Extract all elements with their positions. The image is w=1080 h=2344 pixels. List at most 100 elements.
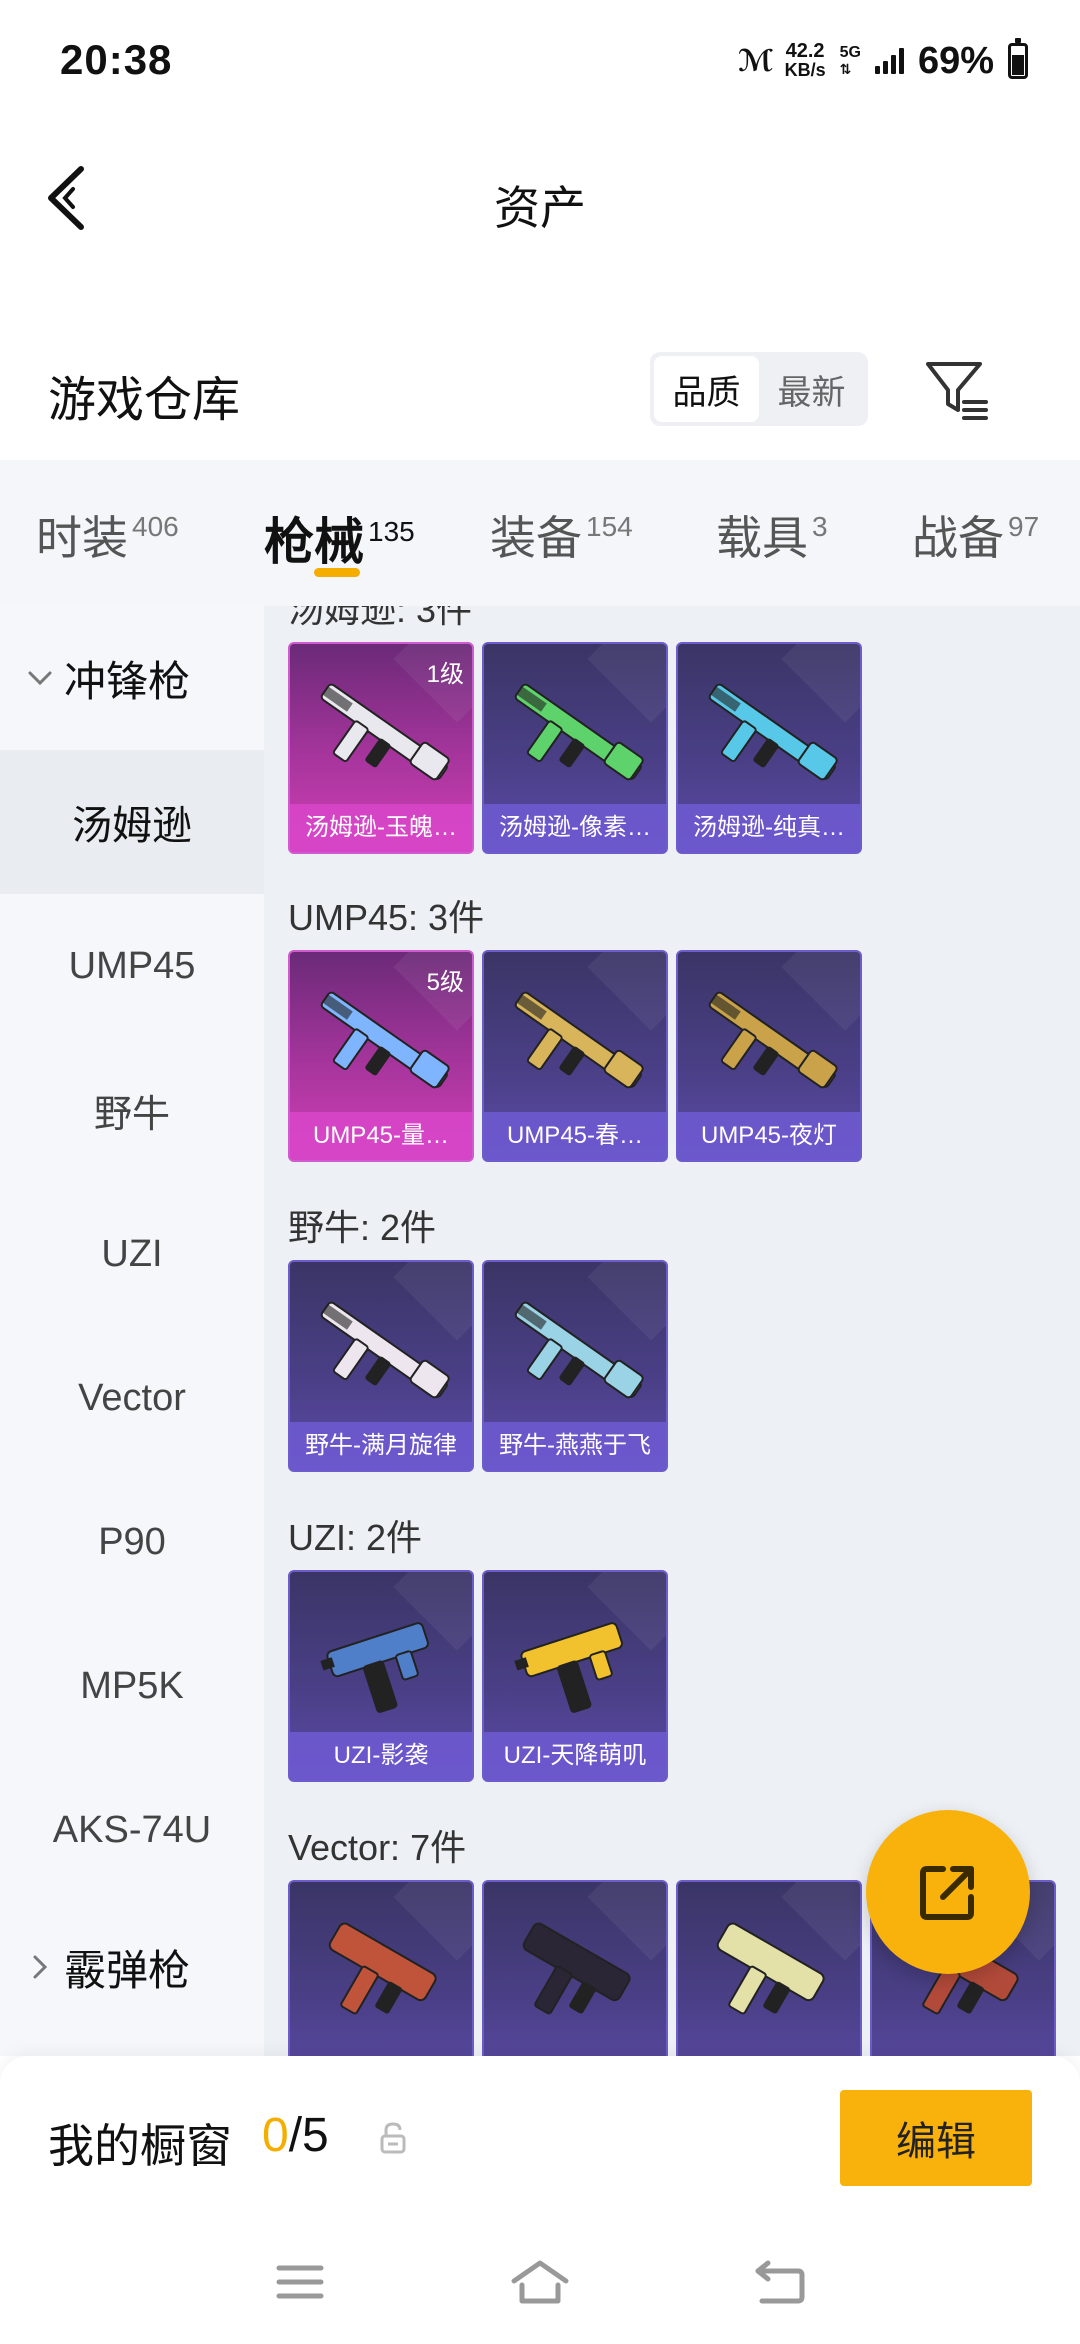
sort-option-quality[interactable]: 品质 bbox=[654, 356, 759, 422]
item-card[interactable]: 1级汤姆逊-玉魄… bbox=[288, 642, 474, 854]
status-bar: 20:38 ℳ 42.2 KB/s 5G ⇅ 69% bbox=[0, 0, 1080, 120]
tab-count: 97 bbox=[1008, 511, 1040, 542]
showcase-label: 我的橱窗 bbox=[48, 2120, 232, 2172]
item-name: UMP45-夜灯 bbox=[678, 1112, 860, 1160]
showcase-total: /5 bbox=[288, 2109, 329, 2162]
tab-equipment[interactable]: 装备 154 bbox=[490, 460, 716, 606]
section-ump45: UMP45: 3件 5级 UMP45-量… UMP45-春… UMP45-夜灯 bbox=[288, 890, 862, 1162]
sort-toggle: 品质 最新 bbox=[650, 352, 868, 426]
item-name: 汤姆逊-像素… bbox=[484, 804, 666, 852]
chevron-right-icon bbox=[22, 1949, 58, 1985]
sidebar-item-vector[interactable]: Vector bbox=[0, 1326, 264, 1470]
net-speed-value: 42.2 bbox=[785, 40, 825, 62]
sidebar-group-smg[interactable]: 冲锋枪 bbox=[0, 606, 264, 750]
sidebar-group-shotgun[interactable]: 霰弹枪 bbox=[0, 1902, 264, 2032]
item-level-badge: 1级 bbox=[426, 661, 464, 688]
smg-icon bbox=[496, 978, 656, 1108]
battery-percent: 69% bbox=[917, 39, 994, 82]
weapon-type-sidebar: 冲锋枪 汤姆逊 UMP45 野牛 UZI Vector P90 MP5K AKS… bbox=[0, 606, 264, 2056]
tab-firearms[interactable]: 枪械 135 bbox=[264, 460, 490, 606]
tommy-gun-icon bbox=[690, 670, 850, 800]
sidebar-item-aks74u[interactable]: AKS-74U bbox=[0, 1758, 264, 1902]
status-time: 20:38 bbox=[60, 36, 173, 83]
item-name: UZI-天降萌叽 bbox=[484, 1732, 666, 1780]
item-card[interactable]: UMP45-春… bbox=[482, 950, 668, 1162]
item-card[interactable] bbox=[482, 1880, 668, 2056]
item-card[interactable]: UMP45-夜灯 bbox=[676, 950, 862, 1162]
sidebar-item-thompson[interactable]: 汤姆逊 bbox=[0, 750, 264, 894]
item-level-badge: 5级 bbox=[426, 969, 464, 996]
vector-icon bbox=[690, 1908, 850, 2038]
item-name: 野牛-燕燕于飞 bbox=[484, 1422, 666, 1470]
share-icon bbox=[920, 1866, 974, 1920]
share-fab-button[interactable] bbox=[866, 1810, 1030, 1974]
tab-vehicles[interactable]: 载具 3 bbox=[716, 460, 912, 606]
app-header: 资产 bbox=[0, 120, 1080, 280]
filter-button[interactable] bbox=[920, 354, 992, 426]
sidebar-item-p90[interactable]: P90 bbox=[0, 1470, 264, 1614]
tab-label: 枪械 bbox=[264, 514, 364, 570]
warehouse-header: 游戏仓库 品质 最新 bbox=[0, 330, 1080, 450]
category-tabs: 时装 406 枪械 135 装备 154 载具 3 战备 97 bbox=[0, 460, 1080, 606]
sidebar-group-label: 冲锋枪 bbox=[64, 657, 191, 705]
page-title: 资产 bbox=[494, 182, 586, 234]
tab-count: 3 bbox=[812, 511, 828, 542]
item-name: 汤姆逊-纯真… bbox=[678, 804, 860, 852]
tommy-gun-icon bbox=[496, 670, 656, 800]
item-card[interactable] bbox=[676, 1880, 862, 2056]
showcase-current: 0 bbox=[262, 2109, 289, 2162]
return-icon bbox=[755, 2260, 805, 2304]
section-uzi: UZI: 2件 UZI-影袭 UZI-天降萌叽 bbox=[288, 1510, 668, 1782]
nav-menu-button[interactable] bbox=[260, 2252, 340, 2312]
menu-icon bbox=[276, 2265, 324, 2299]
system-nav-bar bbox=[0, 2216, 1080, 2344]
sidebar-item-mp5k[interactable]: MP5K bbox=[0, 1614, 264, 1758]
net-speed-unit: KB/s bbox=[784, 60, 826, 80]
item-card[interactable] bbox=[288, 1880, 474, 2056]
smg-icon bbox=[690, 978, 850, 1108]
item-card[interactable]: 野牛-燕燕于飞 bbox=[482, 1260, 668, 1472]
sidebar-item-uzi[interactable]: UZI bbox=[0, 1182, 264, 1326]
card-grid: UZI-影袭 UZI-天降萌叽 bbox=[288, 1570, 668, 1782]
tab-label: 时装 bbox=[36, 512, 128, 564]
item-card[interactable]: 野牛-满月旋律 bbox=[288, 1260, 474, 1472]
sort-option-newest[interactable]: 最新 bbox=[759, 356, 864, 422]
tab-count: 135 bbox=[368, 516, 415, 547]
item-name: UZI-影袭 bbox=[290, 1732, 472, 1780]
item-card[interactable]: 5级 UMP45-量… bbox=[288, 950, 474, 1162]
section-title: 野牛: 2件 bbox=[288, 1207, 437, 1248]
net-speed: 42.2 KB/s bbox=[784, 40, 826, 80]
edit-button[interactable]: 编辑 bbox=[840, 2090, 1032, 2186]
item-card[interactable]: 汤姆逊-纯真… bbox=[676, 642, 862, 854]
nav-home-button[interactable] bbox=[500, 2252, 580, 2312]
section-title: UZI: 2件 bbox=[288, 1517, 423, 1558]
sidebar-group-label: 霰弹枪 bbox=[64, 1946, 191, 1994]
tab-supplies[interactable]: 战备 97 bbox=[912, 460, 1062, 606]
network-type: 5G ⇅ bbox=[839, 44, 861, 78]
nav-back-button[interactable] bbox=[740, 2252, 820, 2312]
item-card[interactable]: 汤姆逊-像素… bbox=[482, 642, 668, 854]
chevron-down-icon bbox=[22, 660, 58, 696]
showcase-bar: 我的橱窗 0/5 编辑 bbox=[0, 2056, 1080, 2216]
smg-icon bbox=[302, 978, 462, 1108]
item-card[interactable]: UZI-天降萌叽 bbox=[482, 1570, 668, 1782]
item-name: UMP45-量… bbox=[290, 1112, 472, 1160]
card-grid: 5级 UMP45-量… UMP45-春… UMP45-夜灯 bbox=[288, 950, 862, 1162]
sidebar-item-ump45[interactable]: UMP45 bbox=[0, 894, 264, 1038]
section-title: UMP45: 3件 bbox=[288, 897, 485, 938]
section-title: 汤姆逊: 3件 bbox=[288, 606, 473, 630]
section-bizon: 野牛: 2件 野牛-满月旋律 野牛-燕燕于飞 bbox=[288, 1200, 668, 1472]
filter-icon bbox=[926, 362, 988, 420]
bizon-icon bbox=[302, 1288, 462, 1418]
battery-icon bbox=[1008, 38, 1028, 79]
tab-count: 154 bbox=[586, 511, 633, 542]
vector-icon bbox=[496, 1908, 656, 2038]
lock-icon bbox=[380, 2122, 406, 2154]
warehouse-title: 游戏仓库 bbox=[48, 374, 241, 427]
item-card[interactable]: UZI-影袭 bbox=[288, 1570, 474, 1782]
tab-fashion[interactable]: 时装 406 bbox=[36, 460, 266, 606]
sidebar-item-bizon[interactable]: 野牛 bbox=[0, 1038, 264, 1182]
item-name: 汤姆逊-玉魄… bbox=[290, 804, 472, 852]
section-thompson: 汤姆逊: 3件 1级汤姆逊-玉魄… 汤姆逊-像素… 汤姆逊-纯真… bbox=[288, 606, 862, 854]
uzi-icon bbox=[302, 1598, 462, 1728]
